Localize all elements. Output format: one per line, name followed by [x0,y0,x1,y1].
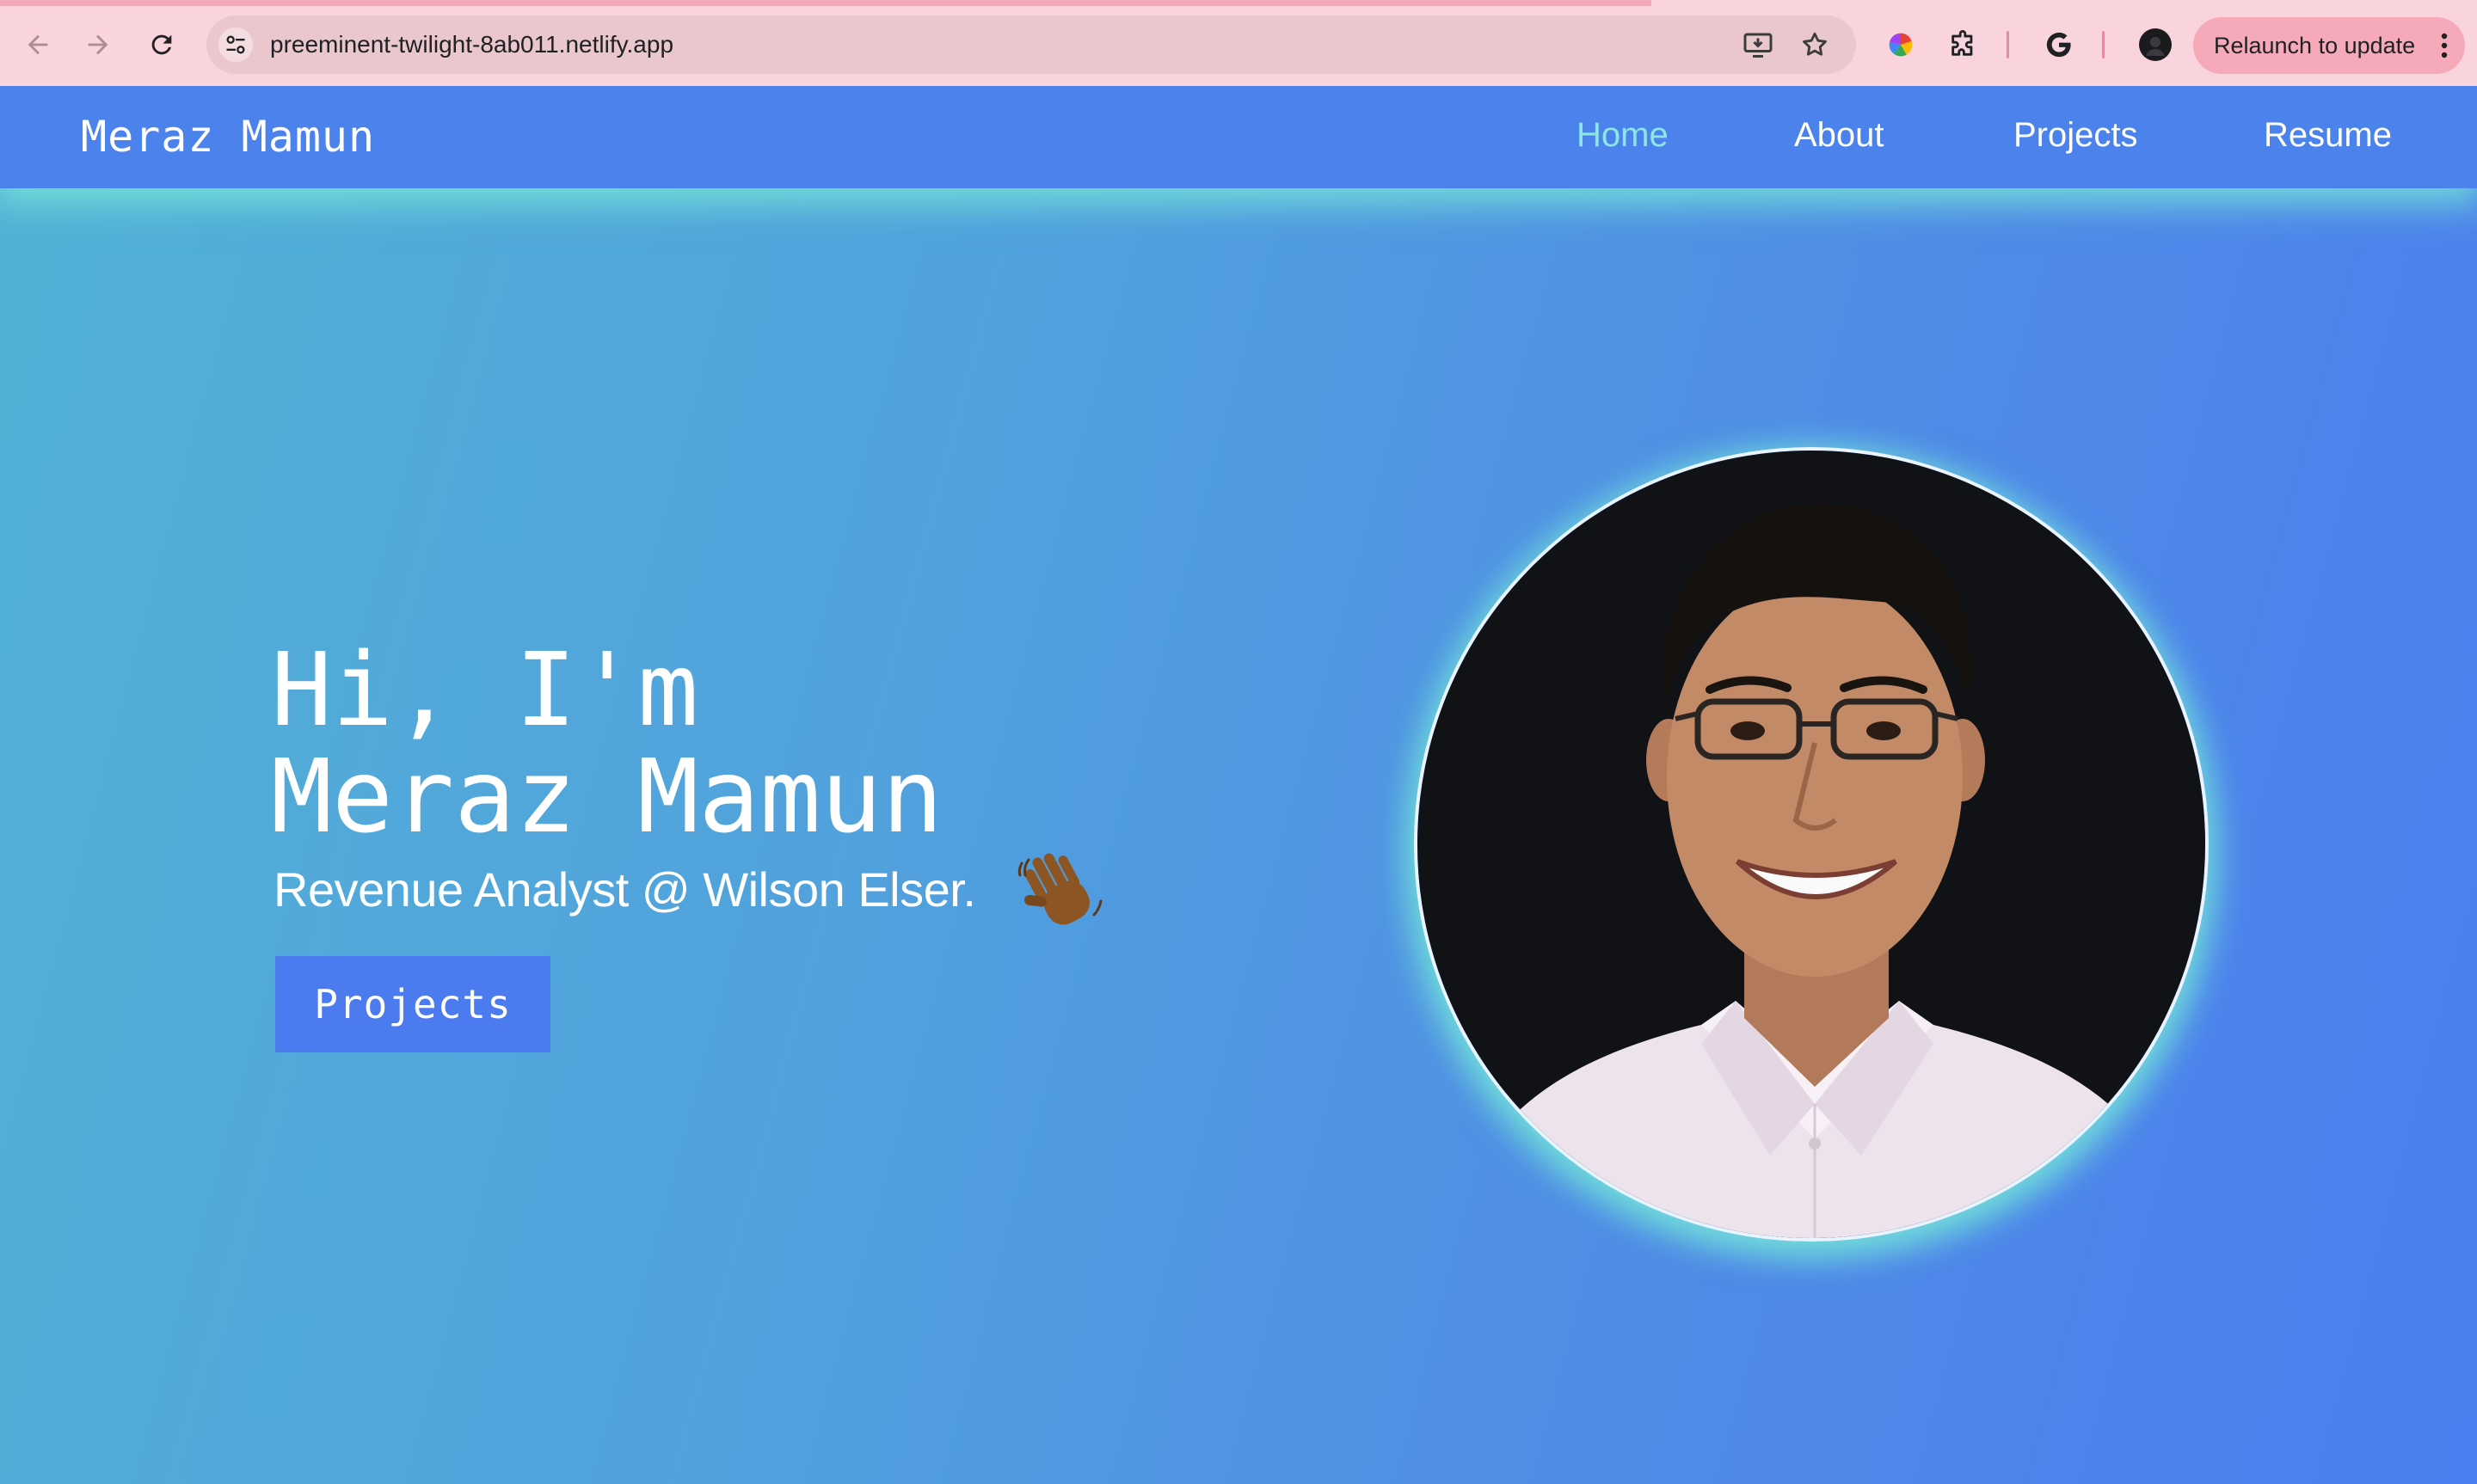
kebab-menu-icon [2441,33,2448,58]
extensions-button[interactable] [1942,24,1983,65]
forward-button[interactable] [77,24,119,65]
install-app-icon [1743,33,1773,58]
site-brand[interactable]: Meraz Mamun [81,112,375,162]
hero-subtitle: Revenue Analyst @ Wilson Elser. [274,862,976,917]
tab-strip-edge [0,0,1651,6]
address-bar[interactable]: preeminent-twilight-8ab011.netlify.app [206,15,1856,74]
url-text[interactable]: preeminent-twilight-8ab011.netlify.app [270,31,673,58]
tune-icon [226,35,245,54]
avatar [2139,28,2172,61]
nav-link-home[interactable]: Home [1577,116,1669,155]
relaunch-button[interactable]: Relaunch to update [2193,17,2465,74]
nav-link-resume[interactable]: Resume [2264,116,2392,155]
back-button[interactable] [17,24,58,65]
waving-hand-icon [1017,853,1103,925]
google-g-icon [2046,32,2071,58]
nav-link-about[interactable]: About [1794,116,1884,155]
profile-photo [1414,447,2209,1242]
bookmark-button[interactable] [1798,28,1832,62]
install-app-button[interactable] [1741,28,1775,62]
google-button[interactable] [2038,24,2080,65]
browser-toolbar: preeminent-twilight-8ab011.netlify.app R… [0,0,2477,86]
toolbar-separator [2102,31,2105,58]
hero-heading: Hi, I'm Meraz Mamun [271,636,943,849]
reload-button[interactable] [141,24,182,65]
projects-button[interactable]: Projects [275,956,550,1052]
color-extension-button[interactable] [1880,24,1921,65]
nav-link-projects[interactable]: Projects [2013,116,2138,155]
star-icon [1803,32,1827,56]
hero-greeting: Hi, I'm [271,630,699,749]
reload-icon [151,34,172,55]
puzzle-icon [1951,30,1973,56]
page-viewport: Meraz Mamun Home About Projects Resume H… [0,86,2477,1484]
toolbar-separator [2007,31,2009,58]
site-navbar: Meraz Mamun Home About Projects Resume [0,86,2477,188]
profile-button[interactable] [2135,24,2176,65]
portrait-illustration [1417,451,2205,1238]
hero-name: Meraz Mamun [271,737,943,855]
forward-arrow-icon [88,34,108,55]
site-info-button[interactable] [218,28,253,62]
color-wheel-icon [1889,33,1913,57]
relaunch-label: Relaunch to update [2214,32,2416,58]
back-arrow-icon [28,34,48,55]
